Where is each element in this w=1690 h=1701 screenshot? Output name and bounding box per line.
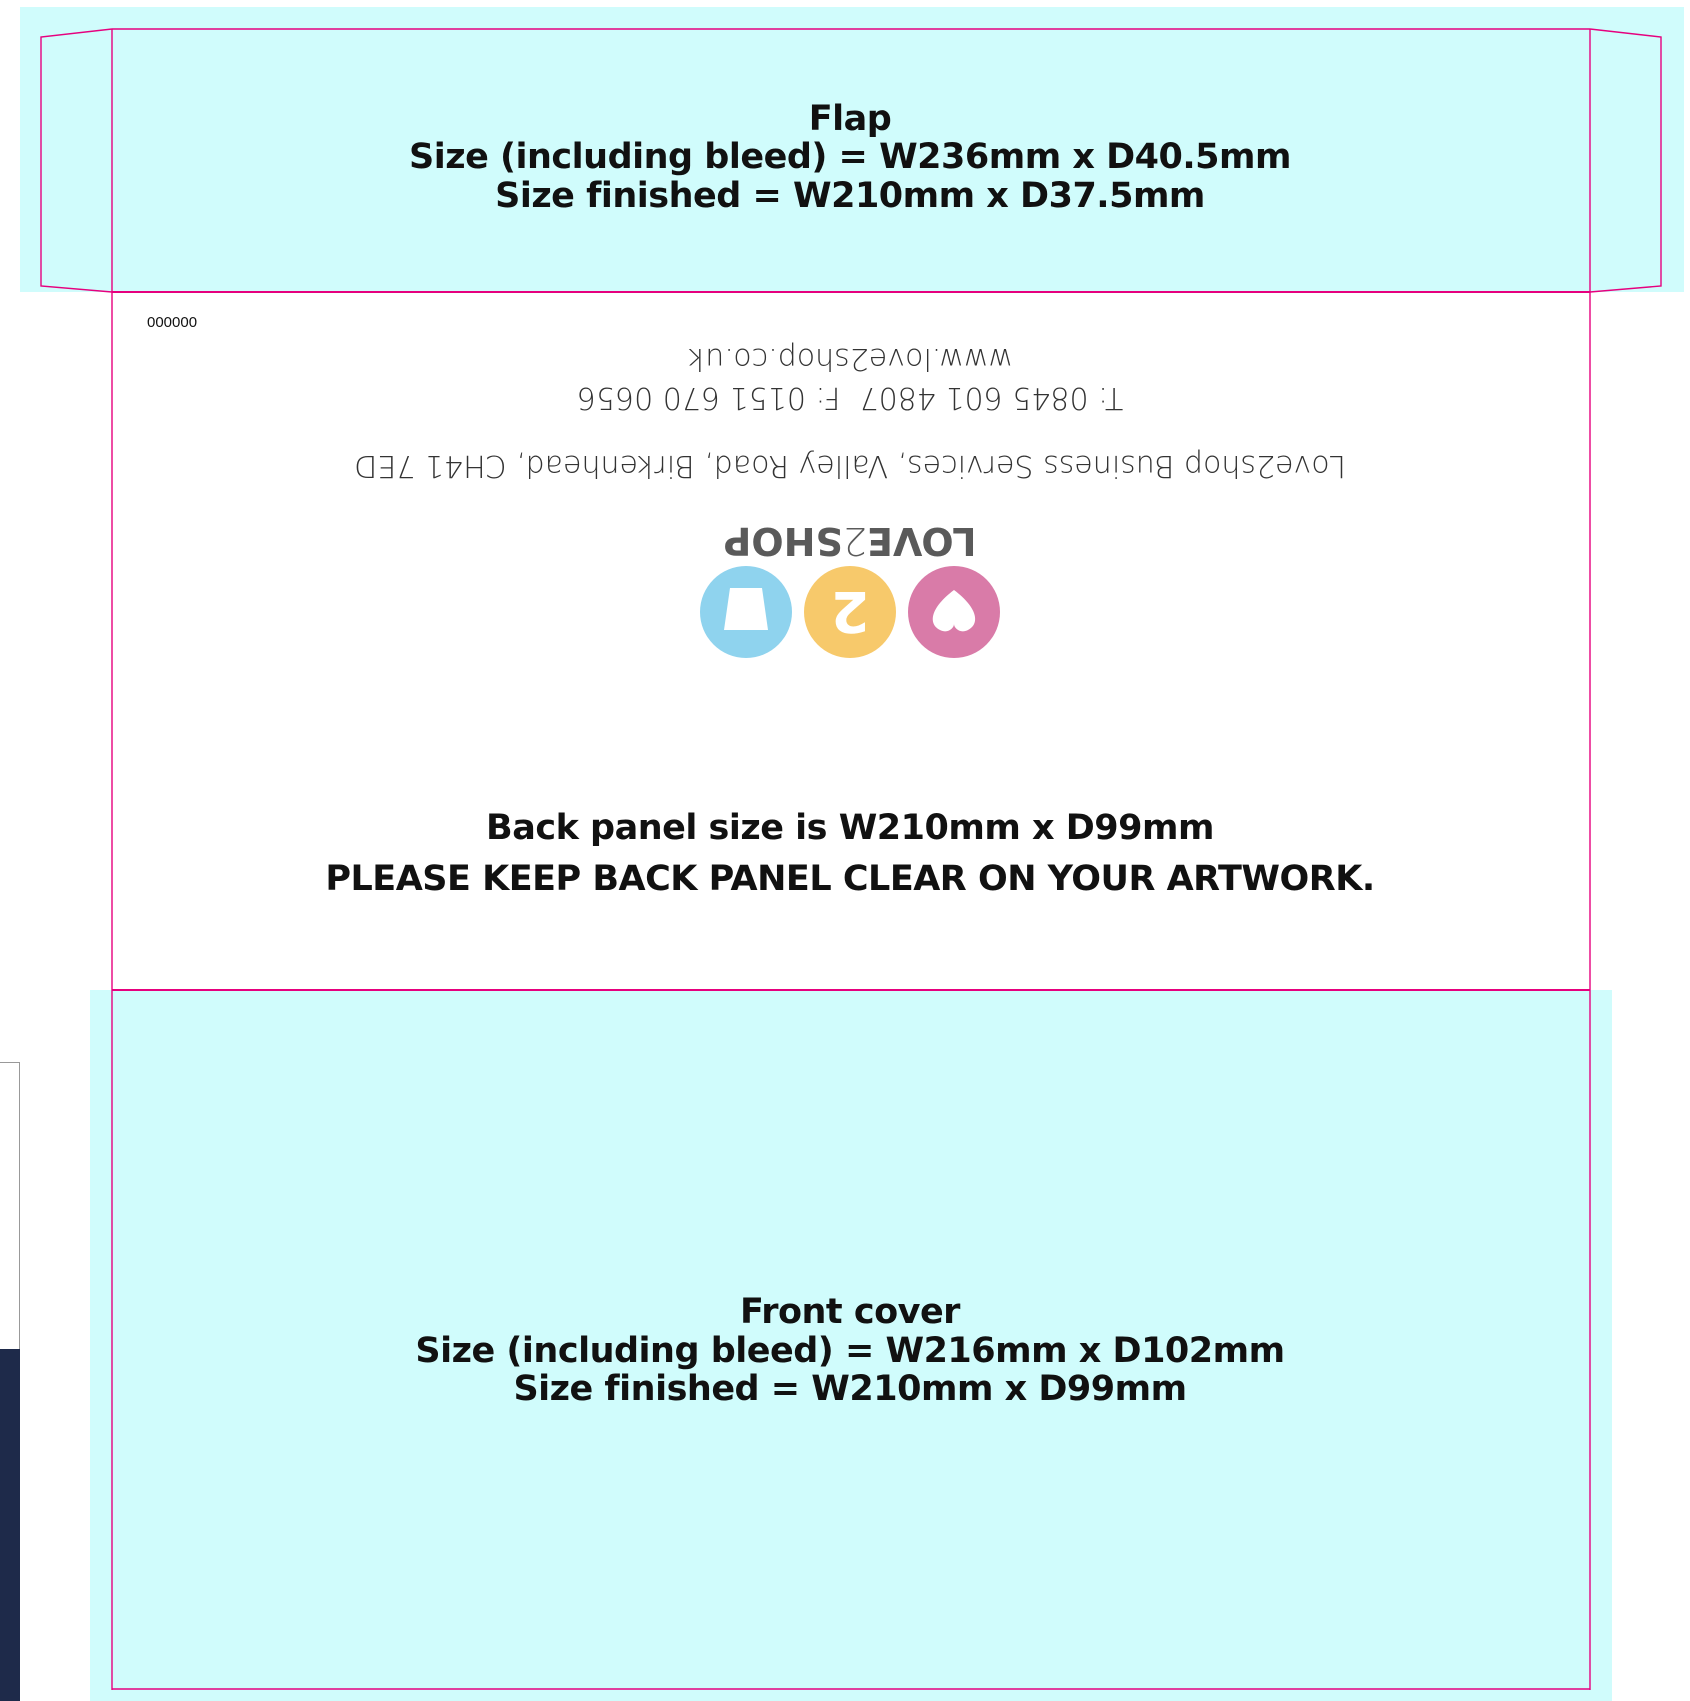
love2shop-logo-graphic: LOVE2SHOP 2 [700,519,1000,658]
flap-title: Flap [808,99,892,139]
flap-size-bleed: Size (including bleed) = W236mm x D40.5m… [409,137,1291,177]
flap-size-finished: Size finished = W210mm x D37.5mm [495,176,1205,216]
love2shop-logo: LOVE2SHOP 2 [700,519,1000,660]
logo-wordmark: LOVE2SHOP [723,520,976,563]
heart-icon [908,566,1000,658]
job-code: 000000 [147,314,198,331]
shopping-bag-icon [700,566,792,658]
back-panel-warning: PLEASE KEEP BACK PANEL CLEAR ON YOUR ART… [325,859,1375,899]
back-panel-size: Back panel size is W210mm x D99mm [486,808,1214,848]
number-two-icon: 2 [804,566,896,658]
back-address: Love2shop Business Services, Valley Road… [354,448,1346,483]
front-cover-size-finished: Size finished = W210mm x D99mm [513,1369,1187,1409]
front-cover-title: Front cover [740,1292,960,1332]
trim-guides [40,28,1662,1690]
front-cover-size-bleed: Size (including bleed) = W216mm x D102mm [415,1331,1285,1371]
svg-text:2: 2 [831,578,870,643]
back-website: www.love2shop.co.uk [687,341,1013,376]
back-phone-fax: T: 0845 601 4807 F: 0151 670 0656 [576,380,1124,415]
